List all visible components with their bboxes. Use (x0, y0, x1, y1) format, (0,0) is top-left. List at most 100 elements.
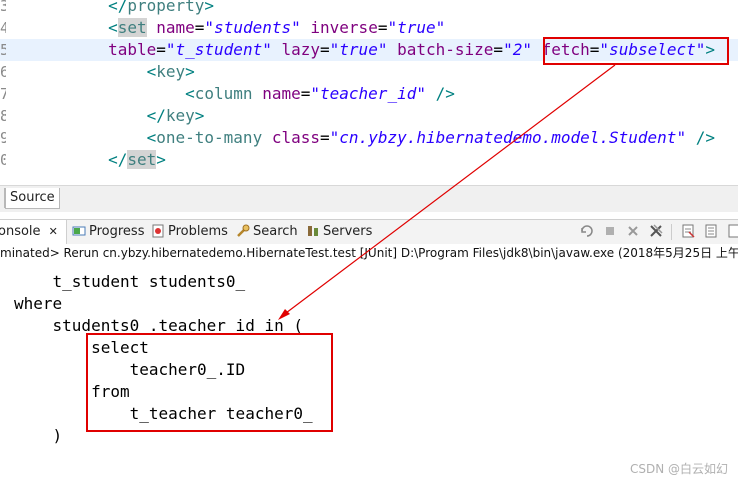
watermark: CSDN @白云如幻 (629, 462, 728, 476)
tab-search-label: Search (253, 224, 298, 239)
code-line[interactable]: 6 <key> (0, 61, 738, 83)
code-line[interactable]: 3 </property> (0, 0, 738, 17)
code-token: = (320, 128, 330, 147)
code-line[interactable]: 7 <column name="teacher_id" /> (0, 83, 738, 105)
code-token: inverse (310, 18, 378, 37)
line-number: 6 (0, 63, 6, 81)
tab-source[interactable]: Source (5, 188, 60, 209)
tab-progress[interactable]: Progress (72, 220, 144, 244)
line-number: 4 (0, 19, 6, 37)
tab-servers[interactable]: Servers (306, 220, 372, 244)
remove-all-icon[interactable] (648, 223, 664, 239)
remove-launch-icon[interactable] (625, 223, 641, 239)
console-text: t_student students0_ (52, 272, 246, 291)
close-icon[interactable]: ✕ (49, 225, 58, 238)
code-line[interactable]: 5 table="t_student" lazy="true" batch-si… (0, 39, 738, 61)
code-text: <column name="teacher_id" /> (31, 83, 455, 105)
console-text: ) (52, 426, 63, 445)
console-output[interactable]: from t_student students0_where students0… (0, 263, 738, 485)
code-token: > (185, 62, 195, 81)
search-icon (237, 224, 250, 237)
console-view-tabs: onsole ✕ Progress Problems Search Server… (0, 219, 738, 245)
code-token: fetch (541, 40, 590, 59)
code-token: > (204, 0, 215, 15)
line-number: 8 (0, 107, 6, 125)
console-line: t_teacher teacher0_ (14, 403, 313, 425)
code-token: < (185, 84, 195, 103)
tab-problems-label: Problems (168, 224, 228, 239)
code-text: <set name="students" inverse="true" (31, 17, 445, 39)
console-text: where (14, 294, 63, 313)
terminate-icon[interactable] (579, 223, 595, 239)
line-number: 9 (0, 129, 6, 147)
code-token: = (156, 40, 166, 59)
console-text: from (91, 382, 130, 401)
code-token: "2" (503, 40, 532, 59)
code-token: "true" (329, 40, 388, 59)
console-text: t_teacher teacher0_ (129, 404, 313, 423)
tab-problems[interactable]: Problems (151, 220, 228, 244)
console-line: where (14, 293, 62, 315)
code-token: "teacher_id" (310, 84, 426, 103)
code-token: </ (108, 150, 128, 169)
code-text: </set> (31, 149, 166, 171)
code-text: <one-to-many class="cn.ybzy.hibernatedem… (31, 127, 715, 149)
problems-icon (152, 224, 164, 237)
xml-editor[interactable]: 3 </property> 4 <set name="students" inve… (0, 0, 738, 185)
scroll-lock-icon[interactable] (703, 223, 719, 239)
code-token: = (320, 40, 330, 59)
line-number: 7 (0, 85, 6, 103)
tab-progress-label: Progress (89, 224, 145, 239)
tab-search[interactable]: Search (236, 220, 298, 244)
servers-icon (308, 225, 318, 236)
code-token: property (127, 0, 205, 15)
progress-icon (72, 226, 86, 235)
code-line[interactable]: 9 <one-to-many class="cn.ybzy.hibernated… (0, 127, 738, 149)
code-line[interactable]: 8 </key> (0, 105, 738, 127)
console-text: select (91, 338, 149, 357)
console-status-line: minated> Rerun cn.ybzy.hibernatedemo.Hib… (0, 244, 738, 263)
code-token: < (108, 18, 118, 37)
code-token: = (493, 40, 504, 59)
console-text: teacher0_.ID (129, 360, 246, 379)
code-token: "t_student" (165, 40, 272, 59)
code-token: name (156, 18, 195, 37)
code-token: = (300, 84, 311, 103)
code-token: set (117, 18, 147, 37)
code-token: one-to-many (156, 128, 263, 147)
code-token: key (156, 62, 186, 81)
code-token: > (156, 150, 166, 169)
line-number: 3 (0, 0, 6, 15)
code-token: </ (146, 106, 166, 125)
console-line-partial: from (14, 263, 53, 269)
code-token: > (194, 106, 205, 125)
code-token: < (146, 128, 157, 147)
tab-console[interactable]: onsole ✕ (0, 220, 67, 244)
code-line[interactable]: 4 <set name="students" inverse="true" (0, 17, 738, 39)
word-wrap-icon[interactable] (726, 223, 738, 239)
code-token: set (127, 150, 157, 169)
code-token: key (165, 106, 195, 125)
code-line[interactable]: 0 </set> (0, 149, 738, 171)
code-token: = (589, 40, 600, 59)
toolbar-separator (671, 224, 672, 240)
line-number: 0 (0, 151, 6, 169)
stop-icon[interactable] (602, 223, 618, 239)
clear-console-icon[interactable] (680, 223, 696, 239)
tab-console-label: onsole (0, 224, 41, 239)
